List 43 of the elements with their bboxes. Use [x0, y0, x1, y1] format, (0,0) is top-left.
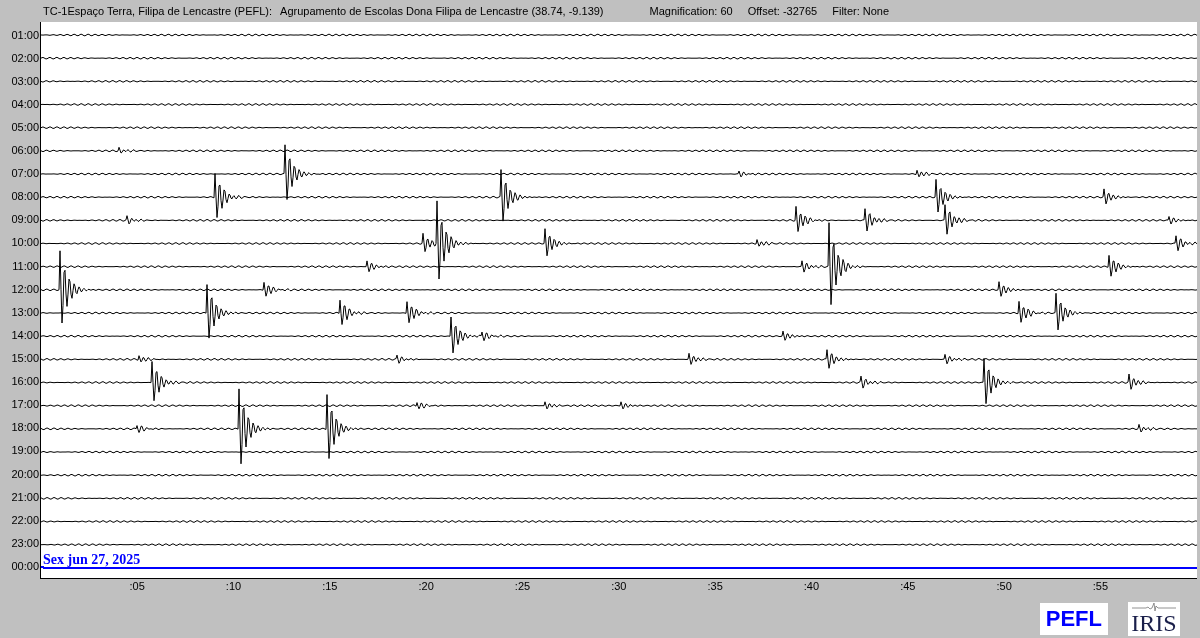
hour-label: 21:00	[10, 489, 40, 505]
hour-label: 18:00	[10, 420, 40, 436]
time-tick-label: :45	[899, 579, 917, 594]
filter-label: Filter: None	[832, 5, 890, 17]
magnification-label: Magnification: 60	[649, 5, 733, 17]
hour-label: 22:00	[10, 512, 40, 528]
time-tick-label: :10	[224, 579, 243, 594]
time-tick-label: :20	[417, 579, 435, 594]
hour-label: 19:00	[10, 443, 40, 459]
time-tick-label: :05	[128, 579, 146, 594]
station-logo: PEFL	[1039, 603, 1108, 635]
hour-label: 01:00	[10, 27, 40, 43]
hour-label: 06:00	[10, 143, 40, 159]
time-tick-label: :30	[610, 579, 628, 594]
hour-label: 10:00	[10, 235, 40, 251]
hour-label: 11:00	[11, 258, 40, 274]
network-logo: IRIS	[1128, 602, 1180, 636]
hour-label: 16:00	[10, 374, 40, 390]
station-name: TC-1Espaço Terra, Filipa de Lencastre (PEFL):	[43, 5, 273, 17]
hour-label: 05:00	[10, 119, 40, 135]
hour-label: 08:00	[10, 189, 40, 205]
hour-label: 14:00	[10, 327, 40, 343]
time-tick-label: :15	[321, 579, 339, 594]
hour-label: 23:00	[10, 535, 40, 551]
hour-label: 13:00	[10, 304, 40, 320]
hour-label: 15:00	[10, 351, 40, 367]
date-label: Sex jun 27, 2025	[43, 552, 141, 567]
hour-label: 12:00	[10, 281, 40, 297]
hour-label: 03:00	[10, 73, 40, 89]
hour-label: 02:00	[10, 50, 40, 66]
station-location: Agrupamento de Escolas Dona Filipa de Lencastre (38.74, -9.139)	[280, 5, 604, 17]
time-tick-label: :50	[995, 579, 1013, 594]
time-tick-label: :40	[802, 579, 821, 594]
hour-label: 20:00	[10, 466, 40, 482]
time-tick-label: :25	[513, 579, 532, 594]
time-tick-label: :35	[706, 579, 724, 594]
offset-label: Offset: -32765	[747, 5, 818, 17]
hour-label: 17:00	[10, 397, 40, 413]
hour-label: 09:00	[10, 212, 40, 228]
hour-label: 00:00	[10, 559, 40, 574]
time-tick-label: :55	[1091, 579, 1110, 594]
hour-label: 04:00	[10, 96, 40, 112]
hour-label: 07:00	[10, 166, 40, 182]
